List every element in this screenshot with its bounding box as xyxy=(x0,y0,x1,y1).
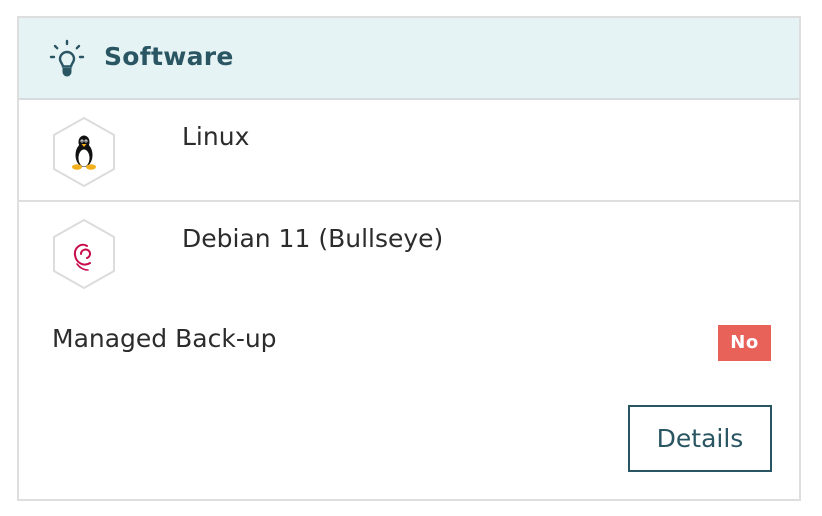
card-header: Software xyxy=(19,18,799,100)
debian-swirl-icon xyxy=(51,218,117,290)
software-name: Linux xyxy=(182,122,250,151)
linux-tux-icon xyxy=(51,116,117,188)
card-title: Software xyxy=(104,42,234,71)
software-card: Software Linux Debian 11 (Bullseye) Mana… xyxy=(17,16,801,501)
details-button[interactable]: Details xyxy=(628,405,772,472)
managed-backup-label: Managed Back-up xyxy=(52,324,277,353)
software-row-debian: Debian 11 (Bullseye) Managed Back-up No … xyxy=(19,202,799,499)
software-name: Debian 11 (Bullseye) xyxy=(182,224,444,253)
backup-status-badge: No xyxy=(718,325,771,361)
lightbulb-icon xyxy=(49,39,85,79)
software-row-linux: Linux xyxy=(19,100,799,202)
